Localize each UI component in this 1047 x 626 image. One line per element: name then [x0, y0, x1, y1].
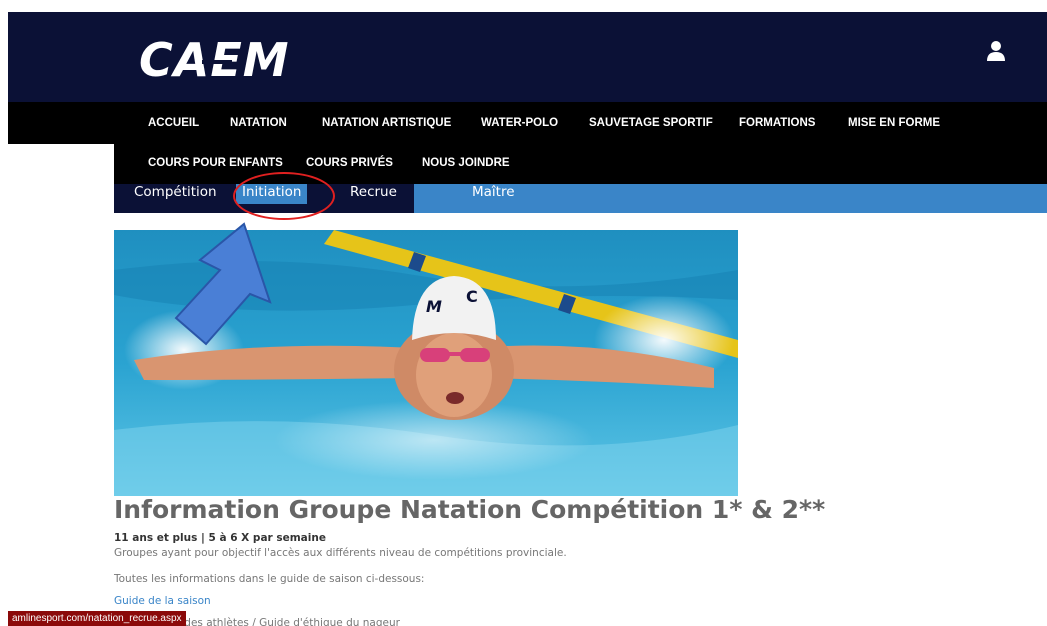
nav-formations[interactable]: FORMATIONS [739, 102, 815, 144]
nav-accueil[interactable]: ACCUEIL [148, 102, 199, 144]
nav-mise-en-forme[interactable]: MISE EN FORME [848, 102, 940, 144]
nav-natation[interactable]: NATATION [230, 102, 287, 144]
status-bar-url: amlinesport.com/natation_recrue.aspx [8, 611, 186, 626]
logo-dash [202, 60, 232, 64]
tab-recrue[interactable]: Recrue [350, 184, 397, 204]
blue-arrow-annotation [174, 222, 272, 346]
caem-logo[interactable]: CAEM [139, 30, 290, 92]
tab-maitre[interactable]: Maître [472, 184, 515, 204]
page-title: Information Groupe Natation Compétition … [114, 495, 826, 524]
site-header: CAEM [8, 12, 1047, 102]
user-icon[interactable] [986, 40, 1006, 62]
nav-water-polo[interactable]: WATER-POLO [481, 102, 558, 144]
info-text: Toutes les informations dans le guide de… [114, 573, 425, 585]
group-meta: 11 ans et plus | 5 à 6 X par semaine [114, 532, 326, 544]
nav-sauvetage-sportif[interactable]: SAUVETAGE SPORTIF [589, 102, 713, 144]
svg-text:C: C [466, 287, 478, 306]
svg-text:M: M [426, 297, 442, 316]
nav-nous-joindre[interactable]: NOUS JOINDRE [422, 144, 510, 184]
tab-competition[interactable]: Compétition [134, 184, 217, 204]
guide-saison-link[interactable]: Guide de la saison [114, 595, 211, 607]
nav-natation-artistique[interactable]: NATATION ARTISTIQUE [322, 102, 451, 144]
red-circle-annotation [233, 172, 335, 220]
group-description: Groupes ayant pour objectif l'accès aux … [114, 547, 567, 559]
main-nav: ACCUEIL NATATION NATATION ARTISTIQUE WAT… [8, 102, 1047, 144]
